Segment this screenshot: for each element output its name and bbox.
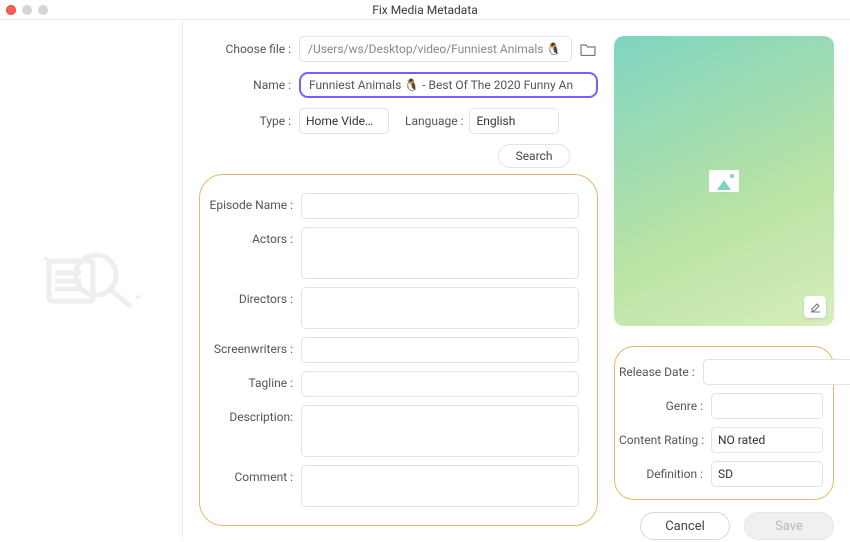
genre-label: Genre : — [619, 399, 711, 413]
file-path-input[interactable] — [299, 36, 572, 62]
type-label: Type : — [199, 114, 299, 128]
edit-poster-button[interactable] — [804, 296, 826, 318]
directors-input[interactable] — [301, 287, 579, 329]
release-date-label: Release Date : — [619, 365, 703, 379]
content-rating-label: Content Rating : — [619, 433, 711, 447]
sidebar — [0, 20, 183, 540]
folder-icon — [580, 42, 596, 56]
save-button: Save — [744, 512, 834, 540]
image-placeholder-icon — [709, 170, 739, 192]
cancel-button[interactable]: Cancel — [640, 512, 730, 540]
search-button[interactable]: Search — [498, 144, 570, 168]
edit-icon — [809, 301, 822, 314]
browse-folder-button[interactable] — [578, 40, 598, 58]
screenwriters-label: Screenwriters : — [206, 337, 301, 363]
meta-fieldset: Release Date : Genre : Content Rating : … — [614, 346, 834, 500]
genre-select[interactable] — [711, 393, 823, 419]
titlebar: Fix Media Metadata — [0, 0, 850, 20]
details-fieldset: Episode Name : Actors : Directors : Scre… — [199, 174, 598, 526]
description-label: Description: — [206, 405, 301, 457]
definition-select[interactable]: SD — [711, 461, 823, 487]
comment-input[interactable] — [301, 465, 579, 507]
definition-label: Definition : — [619, 467, 711, 481]
description-input[interactable] — [301, 405, 579, 457]
release-date-input[interactable] — [703, 359, 850, 385]
content-rating-select[interactable]: NO rated — [711, 427, 823, 453]
window-title: Fix Media Metadata — [0, 3, 850, 17]
directors-label: Directors : — [206, 287, 301, 329]
actors-input[interactable] — [301, 227, 579, 279]
tagline-label: Tagline : — [206, 371, 301, 397]
poster-preview — [614, 36, 834, 326]
search-illustration-icon — [31, 235, 151, 325]
language-label: Language : — [405, 114, 469, 128]
type-select[interactable]: Home Vide… — [299, 108, 389, 134]
choose-file-label: Choose file : — [199, 42, 299, 56]
episode-name-input[interactable] — [301, 193, 579, 219]
comment-label: Comment : — [206, 465, 301, 507]
name-input[interactable] — [299, 72, 598, 98]
actors-label: Actors : — [206, 227, 301, 279]
language-select[interactable]: English — [469, 108, 559, 134]
screenwriters-input[interactable] — [301, 337, 579, 363]
episode-name-label: Episode Name : — [206, 193, 301, 219]
tagline-input[interactable] — [301, 371, 579, 397]
name-label: Name : — [199, 78, 299, 92]
